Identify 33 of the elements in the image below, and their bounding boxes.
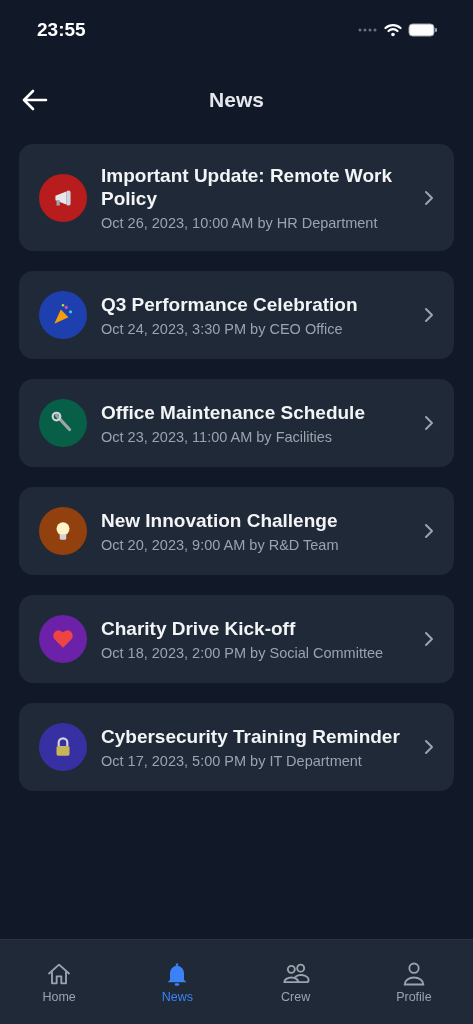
news-title: Q3 Performance Celebration (101, 293, 359, 316)
news-meta: Oct 26, 2023, 10:00 AM by HR Department (101, 215, 379, 231)
news-card[interactable]: Q3 Performance Celebration Oct 24, 2023, 3:30 PM by CEO Office (19, 271, 454, 359)
news-meta: Oct 20, 2023, 9:00 AM by R&D Team (101, 537, 340, 553)
news-title: Charity Drive Kick-off (101, 617, 297, 640)
tab-bar-item[interactable]: Profile (354, 940, 473, 1024)
news-title: New Innovation Challenge (101, 509, 339, 532)
news-card[interactable]: New Innovation Challenge Oct 20, 2023, 9:00 AM by R&D Team (19, 487, 454, 575)
news-meta: Oct 18, 2023, 2:00 PM by Social Committee (101, 645, 385, 661)
chevron-right-icon (424, 739, 434, 755)
news-card[interactable]: Cybersecurity Training Reminder Oct 17, 2023, 5:00 PM by IT Department (19, 703, 454, 791)
news-title: Important Update: Remote Work Policy (101, 164, 393, 210)
news-card[interactable]: Office Maintenance Schedule Oct 23, 2023, 11:00 AM by Facilities (19, 379, 454, 467)
news-card[interactable]: Charity Drive Kick-off Oct 18, 2023, 2:00 PM by Social Committee (19, 595, 454, 683)
chevron-right-icon (424, 189, 434, 206)
news-meta: Oct 23, 2023, 11:00 AM by Facilities (101, 429, 334, 445)
news-meta: Oct 24, 2023, 3:30 PM by CEO Office (101, 321, 344, 337)
chevron-right-icon (424, 631, 434, 647)
chevron-right-icon (424, 415, 434, 431)
screen-title: News (209, 88, 264, 112)
status-time: 23:55 (37, 19, 86, 41)
chevron-right-icon (424, 307, 434, 323)
news-title: Cybersecurity Training Reminder (101, 725, 401, 748)
signal-icon (358, 28, 378, 32)
tab-bar-item[interactable]: News (118, 940, 237, 1024)
tab-bar-item[interactable]: Home (0, 940, 119, 1024)
news-meta: Oct 17, 2023, 5:00 PM by IT Department (101, 753, 363, 769)
battery-icon (408, 23, 438, 37)
news-card[interactable]: Important Update: Remote Work Policy Oct 26, 2023, 10:00 AM by HR Department (19, 144, 454, 251)
chevron-right-icon (424, 523, 434, 539)
news-title: Office Maintenance Schedule (101, 401, 366, 424)
tab-bar-item[interactable]: Crew (236, 940, 355, 1024)
wifi-icon (384, 23, 402, 37)
